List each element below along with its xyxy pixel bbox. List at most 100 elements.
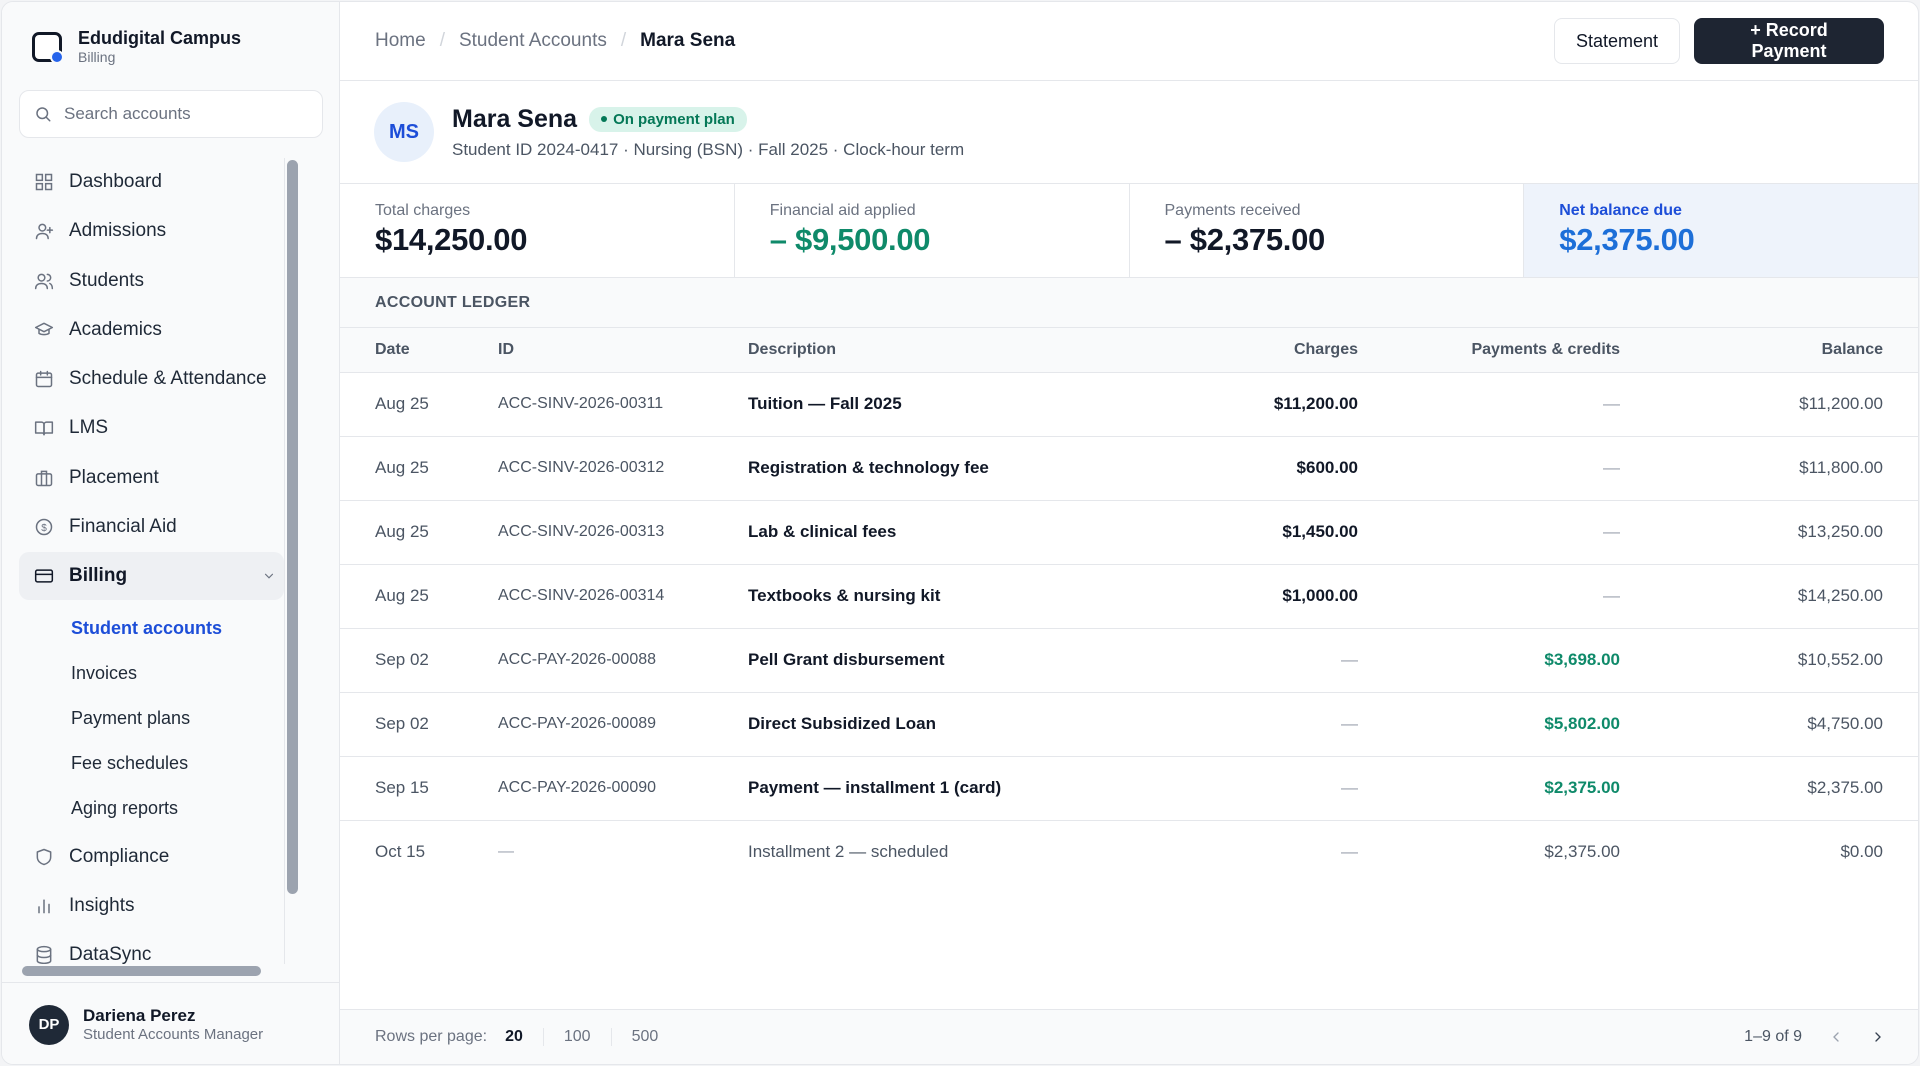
main-content: Home / Student Accounts / Mara Sena Stat…	[340, 2, 1918, 1064]
graduation-cap-icon	[33, 319, 55, 341]
breadcrumb-separator: /	[620, 30, 627, 51]
submenu-item-aging-reports[interactable]: Aging reports	[71, 786, 284, 831]
database-icon	[33, 944, 55, 964]
user-plus-icon	[33, 220, 55, 242]
cell-description: Payment — installment 1 (card)	[748, 756, 1108, 821]
table-row[interactable]: Aug 25 ACC-SINV-2026-00313 Lab & clinica…	[340, 500, 1918, 565]
column-header-payments[interactable]: Payments & credits	[1358, 328, 1620, 373]
search-box[interactable]	[19, 90, 323, 138]
sidebar-item-financial-aid[interactable]: $ Financial Aid	[19, 503, 284, 551]
chevron-down-icon[interactable]	[262, 567, 276, 589]
cell-id: ACC-PAY-2026-00088	[498, 628, 748, 693]
chevron-left-icon[interactable]	[1828, 1029, 1844, 1045]
sidebar-item-schedule[interactable]: Schedule & Attendance	[19, 355, 284, 403]
table-row[interactable]: Sep 02 ACC-PAY-2026-00088 Pell Grant dis…	[340, 628, 1918, 693]
ledger-section-title: ACCOUNT LEDGER	[340, 278, 1918, 328]
sidebar-item-label: Dashboard	[69, 171, 162, 192]
sidebar-item-academics[interactable]: Academics	[19, 306, 284, 354]
cell-date: Aug 25	[340, 372, 498, 437]
shield-icon	[33, 846, 55, 868]
sidebar-item-billing[interactable]: Billing	[19, 552, 284, 601]
student-meta: Student ID 2024-0417 · Nursing (BSN) · F…	[452, 139, 965, 159]
sidebar-item-label: Financial Aid	[69, 516, 177, 538]
cell-id: ACC-SINV-2026-00313	[498, 500, 748, 565]
sidebar-item-lms[interactable]: LMS	[19, 404, 284, 452]
table-row[interactable]: Oct 15 — Installment 2 — scheduled — $2,…	[340, 820, 1918, 884]
column-header-date[interactable]: Date	[340, 328, 498, 373]
sidebar-item-students[interactable]: Students	[19, 257, 284, 305]
rows-per-page-option-20[interactable]: 20	[487, 1028, 543, 1046]
column-header-description[interactable]: Description	[748, 328, 1108, 373]
brand-logo-icon	[32, 32, 64, 64]
sidebar-item-dashboard[interactable]: Dashboard	[19, 158, 284, 206]
bar-chart-icon	[33, 895, 55, 917]
status-badge: On payment plan	[589, 106, 747, 132]
rows-per-page-option-500[interactable]: 500	[610, 1028, 679, 1046]
submenu-item-invoices[interactable]: Invoices	[71, 651, 284, 696]
rows-per-page-option-100[interactable]: 100	[542, 1028, 611, 1046]
sidebar-item-label: Students	[69, 269, 144, 291]
table-row[interactable]: Sep 15 ACC-PAY-2026-00090 Payment — inst…	[340, 756, 1918, 821]
sidebar-vertical-scrollbar[interactable]	[287, 160, 298, 894]
table-row[interactable]: Aug 25 ACC-SINV-2026-00314 Textbooks & n…	[340, 564, 1918, 629]
sidebar-item-compliance[interactable]: Compliance	[19, 833, 284, 881]
cell-date: Oct 15	[375, 842, 426, 862]
table-row[interactable]: Sep 02 ACC-PAY-2026-00089 Direct Subsidi…	[340, 692, 1918, 757]
stat-label: Total charges	[375, 202, 471, 219]
sidebar-item-label: Placement	[69, 466, 159, 488]
sidebar-item-label: Schedule & Attendance	[69, 368, 267, 390]
search-input[interactable]	[64, 104, 304, 124]
cell-description: Tuition — Fall 2025	[748, 372, 1108, 437]
sidebar-item-label: Billing	[69, 565, 128, 587]
breadcrumb-home[interactable]: Home	[375, 30, 426, 52]
sidebar-item-placement[interactable]: Placement	[19, 454, 284, 502]
cell-id: ACC-SINV-2026-00311	[498, 372, 748, 437]
cell-charges: —	[1341, 842, 1358, 862]
cell-payments: $5,802.00	[1358, 692, 1620, 757]
cell-balance: $11,200.00	[1620, 372, 1918, 437]
sidebar-item-label: Compliance	[69, 845, 170, 867]
stat-value: $14,250.00	[375, 222, 528, 257]
column-header-id[interactable]: ID	[498, 328, 748, 373]
sidebar-horizontal-scrollbar[interactable]	[22, 966, 261, 976]
cell-charges: —	[1108, 628, 1358, 693]
submenu-item-student-accounts[interactable]: Student accounts	[71, 606, 284, 651]
cell-balance: $11,800.00	[1620, 436, 1918, 501]
cell-date: Aug 25	[340, 500, 498, 565]
cell-id: —	[498, 843, 514, 861]
statement-button[interactable]: Statement	[1554, 18, 1680, 64]
submenu-item-fee-schedules[interactable]: Fee schedules	[71, 741, 284, 786]
cell-description: Textbooks & nursing kit	[748, 564, 1108, 629]
cell-payments: $2,375.00	[1358, 756, 1620, 821]
user-profile[interactable]: DP Dariena Perez Student Accounts Manage…	[2, 982, 339, 1064]
cell-payments: —	[1358, 500, 1620, 565]
cell-charges: $11,200.00	[1108, 372, 1358, 437]
student-header: MS Mara Sena On payment plan Student ID …	[340, 81, 1918, 184]
avatar: DP	[29, 1004, 69, 1045]
ledger-table: Date ID Description Charges Payments & c…	[340, 328, 1918, 884]
chevron-right-icon[interactable]	[1870, 1029, 1886, 1045]
table-row[interactable]: Aug 25 ACC-SINV-2026-00311 Tuition — Fal…	[340, 372, 1918, 437]
cell-charges: —	[1108, 756, 1358, 821]
record-payment-button[interactable]: + Record Payment	[1694, 18, 1884, 64]
rows-per-page: Rows per page: 20 100 500	[375, 1028, 678, 1046]
cell-description: Registration & technology fee	[748, 436, 1108, 501]
table-row[interactable]: Aug 25 ACC-SINV-2026-00312 Registration …	[340, 436, 1918, 501]
sidebar-item-datasync[interactable]: DataSync	[19, 931, 284, 964]
cell-balance: $2,375.00	[1620, 756, 1918, 821]
balance-summary: Total charges $14,250.00 Financial aid a…	[340, 184, 1918, 278]
student-name: Mara Sena	[452, 104, 578, 133]
column-header-charges[interactable]: Charges	[1108, 328, 1358, 373]
sidebar-item-insights[interactable]: Insights	[19, 882, 284, 930]
stat-value: $2,375.00	[1559, 222, 1695, 257]
submenu-item-payment-plans[interactable]: Payment plans	[71, 696, 284, 741]
dollar-circle-icon: $	[33, 516, 55, 538]
stat-payments-received: Payments received – $2,375.00	[1130, 184, 1525, 277]
user-role: Student Accounts Manager	[83, 1025, 264, 1043]
cell-charges: $1,450.00	[1108, 500, 1358, 565]
sidebar-item-admissions[interactable]: Admissions	[19, 207, 284, 255]
column-header-balance[interactable]: Balance	[1620, 328, 1918, 373]
breadcrumb-student-accounts[interactable]: Student Accounts	[459, 30, 607, 52]
credit-card-icon	[33, 565, 55, 587]
brand[interactable]: Edudigital Campus Billing	[32, 28, 241, 66]
